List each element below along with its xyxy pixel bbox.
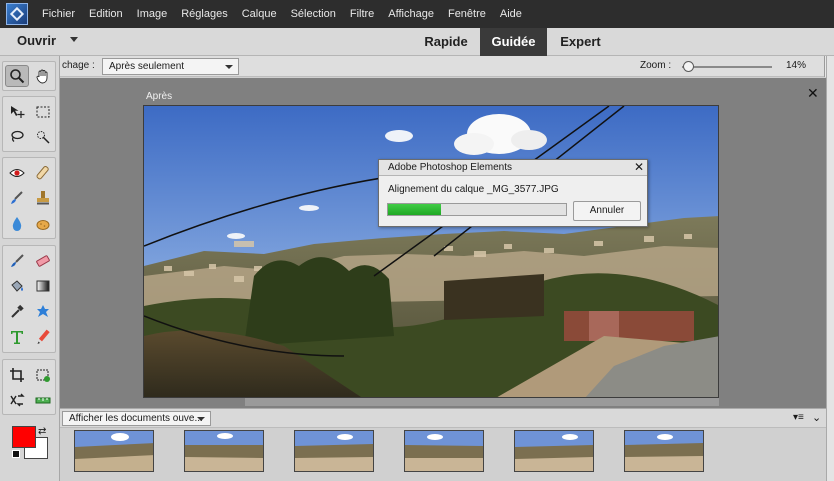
tool-group-modify [2, 359, 56, 415]
crop-icon[interactable] [5, 364, 29, 386]
menu-fenetre[interactable]: Fenêtre [441, 0, 493, 28]
options-bar: chage : Après seulement Zoom : 14% [60, 56, 834, 77]
progress-dialog: Adobe Photoshop Elements ✕ Alignement du… [378, 159, 648, 227]
move-icon[interactable] [5, 101, 29, 123]
mode-bar: Ouvrir Rapide Guidée Expert [0, 28, 834, 56]
tool-group-select [2, 96, 56, 152]
content-aware-move-icon[interactable] [5, 389, 29, 411]
default-colors-icon[interactable] [12, 450, 20, 458]
paint-bucket-icon[interactable] [5, 275, 29, 297]
quick-selection-icon[interactable] [31, 126, 55, 148]
photo-thumbnail[interactable] [514, 430, 594, 472]
brush-icon[interactable] [5, 250, 29, 272]
clone-stamp-icon[interactable] [31, 187, 55, 209]
menu-filtre[interactable]: Filtre [343, 0, 381, 28]
zoom-value: 14% [786, 60, 807, 71]
photo-thumbnail[interactable] [624, 430, 704, 472]
dialog-title: Adobe Photoshop Elements [388, 162, 512, 173]
menu-aide[interactable]: Aide [493, 0, 529, 28]
menu-image[interactable]: Image [130, 0, 175, 28]
foreground-color-swatch[interactable] [12, 426, 36, 448]
horizontal-scrollbar[interactable] [245, 398, 719, 406]
bin-select-value: Afficher les documents ouve... [69, 413, 203, 424]
gradient-icon[interactable] [31, 275, 55, 297]
red-eye-icon[interactable] [5, 162, 29, 184]
chevron-down-icon[interactable]: ⌄ [812, 411, 821, 424]
photo-bin [60, 428, 826, 481]
progress-bar-fill [388, 204, 442, 215]
sponge-icon[interactable] [31, 213, 55, 235]
type-icon[interactable] [5, 326, 29, 348]
pencil-icon[interactable] [31, 326, 55, 348]
hand-icon[interactable] [31, 65, 55, 87]
bin-documents-select[interactable]: Afficher les documents ouve... [62, 411, 211, 426]
cancel-button[interactable]: Annuler [573, 201, 641, 221]
canvas-area: Après ✕ [60, 78, 834, 408]
photo-thumbnail[interactable] [74, 430, 154, 472]
tab-rapide[interactable]: Rapide [412, 28, 480, 56]
eraser-icon[interactable] [31, 250, 55, 272]
tab-guidee[interactable]: Guidée [480, 28, 547, 56]
menu-bar: Fichier Edition Image Réglages Calque Sé… [0, 0, 834, 28]
open-dropdown-arrow-icon[interactable] [70, 37, 78, 42]
menu-selection[interactable]: Sélection [284, 0, 343, 28]
photo-thumbnail[interactable] [184, 430, 264, 472]
marquee-icon[interactable] [31, 101, 55, 123]
photoshop-elements-logo [6, 3, 28, 25]
right-panel-strip [826, 56, 834, 481]
smart-brush-icon[interactable] [5, 187, 29, 209]
tool-group-enhance [2, 157, 56, 239]
photo-bin-bar: Afficher les documents ouve... ▾≡ ⌄ [60, 408, 826, 428]
zoom-label: Zoom : [640, 60, 672, 71]
menu-calque[interactable]: Calque [235, 0, 284, 28]
custom-shape-icon[interactable] [31, 301, 55, 323]
tool-group-draw [2, 245, 56, 353]
close-icon[interactable]: ✕ [634, 160, 644, 174]
swap-colors-icon[interactable]: ⇄ [38, 426, 46, 437]
chevron-down-icon [225, 65, 233, 69]
menu-fichier[interactable]: Fichier [35, 0, 82, 28]
straighten-icon[interactable] [31, 389, 55, 411]
chevron-down-icon [197, 417, 205, 421]
zoom-slider-track[interactable] [682, 66, 772, 68]
toolbox: ⇄ [0, 56, 60, 481]
photo-canvas[interactable] [143, 105, 719, 398]
close-icon[interactable]: ✕ [807, 85, 819, 102]
blur-icon[interactable] [5, 213, 29, 235]
dialog-message: Alignement du calque _MG_3577.JPG [388, 184, 559, 195]
zoom-slider-handle[interactable] [682, 61, 694, 72]
bin-menu-icon[interactable]: ▾≡ [793, 412, 804, 423]
progress-bar [387, 203, 567, 216]
photo-thumbnail[interactable] [404, 430, 484, 472]
open-button[interactable]: Ouvrir [17, 33, 56, 48]
menu-affichage[interactable]: Affichage [381, 0, 441, 28]
menu-reglages[interactable]: Réglages [174, 0, 234, 28]
dialog-title-bar[interactable]: Adobe Photoshop Elements ✕ [379, 160, 647, 176]
recompose-icon[interactable] [31, 364, 55, 386]
spot-healing-icon[interactable] [31, 162, 55, 184]
view-select-value: Après seulement [109, 61, 185, 72]
lasso-icon[interactable] [5, 126, 29, 148]
tool-group-view [2, 61, 56, 91]
zoom-icon[interactable] [5, 65, 29, 87]
tab-expert[interactable]: Expert [547, 28, 614, 56]
menu-edition[interactable]: Edition [82, 0, 130, 28]
document-label: Après [146, 91, 173, 102]
photo-thumbnail[interactable] [294, 430, 374, 472]
eyedropper-icon[interactable] [5, 301, 29, 323]
view-label: chage : [62, 60, 95, 71]
view-select[interactable]: Après seulement [102, 58, 239, 75]
